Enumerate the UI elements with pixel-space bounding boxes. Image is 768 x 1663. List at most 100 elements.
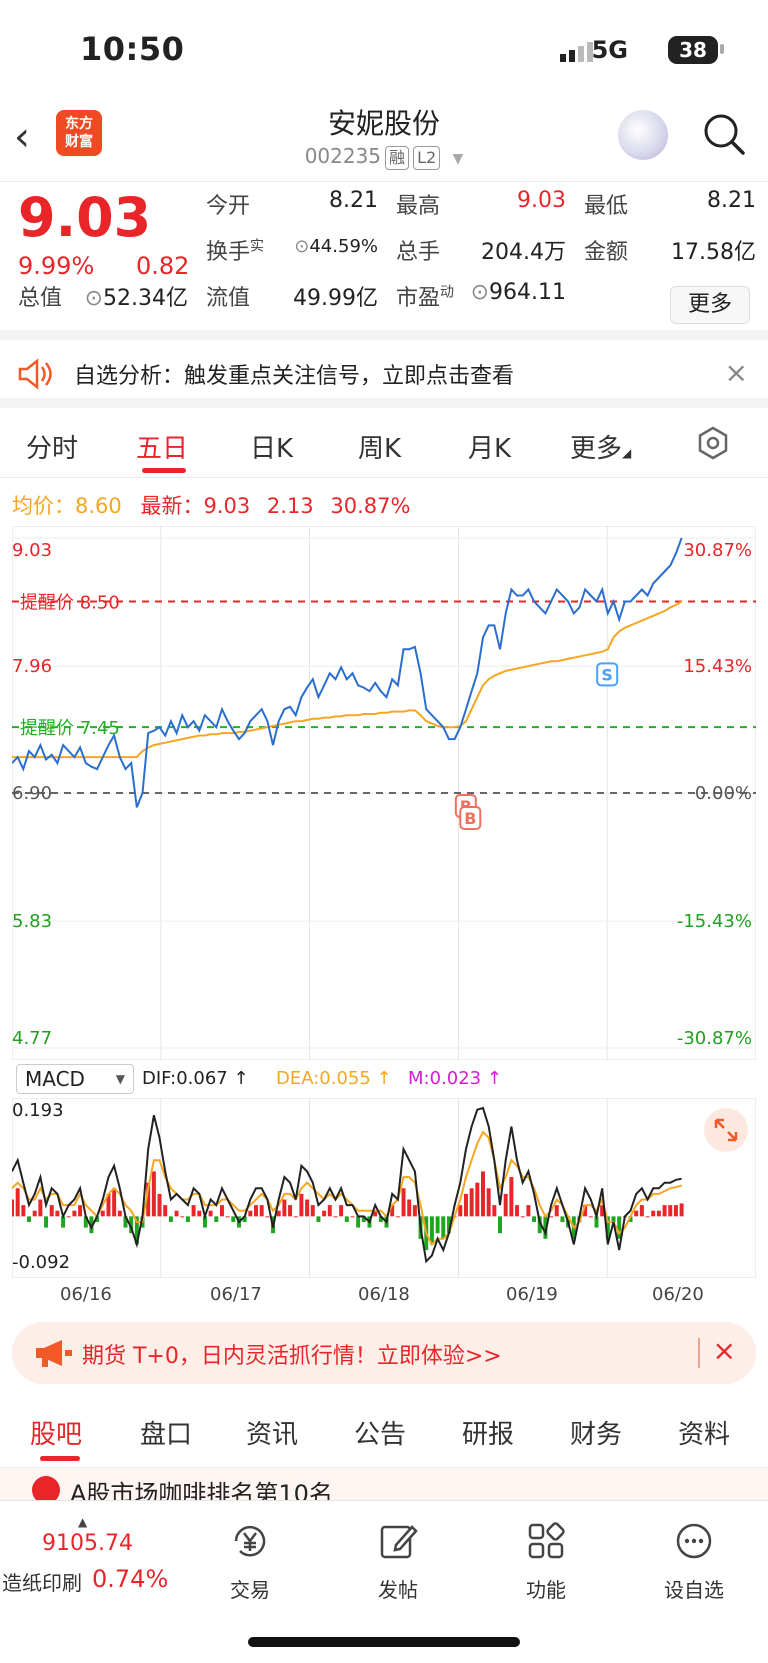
macd-bar — [168, 1216, 173, 1222]
macd-bar — [463, 1193, 468, 1217]
edit-icon — [380, 1525, 418, 1559]
macd-bar — [180, 1216, 185, 1218]
macd-bar — [350, 1216, 355, 1218]
tab-news[interactable]: 资讯 — [246, 1414, 298, 1451]
active-tab-indicator — [40, 1456, 80, 1461]
tab-financials[interactable]: 财务 — [570, 1414, 622, 1451]
change-pct: 9.99% — [18, 252, 95, 280]
macd-bar — [673, 1205, 678, 1217]
tab-more[interactable]: 更多◢ — [570, 428, 631, 465]
promo-text: 期货 T+0，日内灵活抓行情！立即体验>> — [82, 1344, 502, 1369]
tab-guba[interactable]: 股吧 — [30, 1414, 82, 1451]
macd-bar — [662, 1205, 667, 1217]
macd-bar — [55, 1210, 60, 1217]
network-type: 5G — [591, 36, 628, 64]
status-time: 10:50 — [80, 30, 185, 68]
five-day-price-chart[interactable]: 提醒价 8.50提醒价 7.45 BBS 9.0330.87%7.9615.43… — [12, 526, 756, 1060]
y-tick-label: 5.83 — [12, 911, 52, 932]
tab-announcements[interactable]: 公告 — [354, 1414, 406, 1451]
y-tick-label: 4.77 — [12, 1028, 52, 1049]
turnover-sup: 实 — [250, 238, 265, 255]
functions-button[interactable]: 功能 — [496, 1519, 596, 1603]
close-icon[interactable]: × — [725, 356, 748, 389]
tab-daily-k[interactable]: 日K — [250, 428, 293, 465]
megaphone-icon — [36, 1340, 72, 1367]
low-value: 8.21 — [707, 188, 756, 213]
macd-bar — [356, 1216, 361, 1228]
robot-avatar-icon[interactable] — [618, 110, 668, 160]
macd-bar — [288, 1205, 293, 1217]
add-watchlist-button[interactable]: 设自选 — [644, 1519, 744, 1603]
info-tabs: 股吧 盘口 资讯 公告 研报 财务 资料 — [0, 1396, 768, 1468]
macd-bar — [157, 1193, 162, 1217]
macd-bar — [231, 1216, 236, 1222]
macd-bar — [66, 1216, 71, 1218]
bottom-toolbar: ▲ 9105.74 造纸印刷 0.74% 交易 发帖 功能 设自选 — [0, 1500, 768, 1663]
tab-more-label: 更多 — [570, 434, 623, 464]
macd-bar — [634, 1210, 639, 1217]
futures-promo-banner[interactable]: 期货 T+0，日内灵活抓行情！立即体验>> × — [12, 1322, 756, 1384]
turnover-label: 换手实 — [206, 234, 264, 266]
tab-research[interactable]: 研报 — [462, 1414, 514, 1451]
search-icon[interactable] — [702, 112, 746, 156]
close-icon[interactable]: × — [713, 1334, 736, 1367]
post-peek[interactable]: A股市场咖啡排名第10名 — [0, 1468, 768, 1500]
add-watchlist-label: 设自选 — [664, 1578, 724, 1602]
volume-value: 204.4万 — [481, 240, 566, 265]
gear-icon[interactable] — [696, 426, 730, 460]
macd-bar — [254, 1205, 258, 1217]
macd-bar — [520, 1216, 525, 1218]
tab-orderbook[interactable]: 盘口 — [140, 1414, 192, 1451]
indicator-select[interactable]: MACD ▼ — [16, 1064, 134, 1094]
tab-five-day[interactable]: 五日 — [136, 428, 188, 465]
turnover-value-text: 44.59% — [309, 236, 378, 257]
macd-chart[interactable]: 0.193 -0.092 — [12, 1098, 756, 1278]
info-icon[interactable]: ⊙ — [471, 280, 489, 305]
high-value: 9.03 — [517, 188, 566, 213]
alert-text: 自选分析：触发重点关注信号，立即点击查看 — [74, 364, 515, 389]
caret-up-icon: ▲ — [78, 1515, 88, 1529]
info-icon[interactable]: ⊙ — [85, 286, 103, 311]
macd-bar — [492, 1205, 497, 1217]
reference-label: 提醒价 8.50 — [20, 592, 120, 613]
latest-label: 最新： — [140, 494, 204, 518]
expand-icon[interactable] — [704, 1108, 748, 1152]
current-price: 9.03 — [18, 186, 152, 249]
post-label: 发帖 — [378, 1578, 418, 1602]
tab-monthly-k[interactable]: 月K — [468, 428, 511, 465]
post-button[interactable]: 发帖 — [348, 1519, 448, 1603]
macd-bar — [588, 1216, 593, 1218]
macd-bar — [100, 1210, 105, 1217]
sector-index-name[interactable]: 造纸印刷 — [2, 1567, 82, 1596]
total-cap-text: 52.34亿 — [103, 286, 188, 311]
active-tab-indicator — [142, 468, 186, 473]
legend-change-pct: 30.87% — [330, 494, 411, 518]
tab-intraday[interactable]: 分时 — [26, 428, 78, 465]
stock-code: 002235 — [304, 144, 382, 168]
stock-header: ‹ 东方 财富 安妮股份 002235 融 L2 ▼ — [0, 100, 768, 182]
y-tick-label: 6.90 — [12, 783, 52, 804]
indicator-select-value: MACD — [25, 1067, 85, 1091]
macd-bar — [38, 1199, 43, 1217]
macd-bar — [526, 1205, 531, 1217]
trade-button[interactable]: 交易 — [200, 1519, 300, 1603]
trade-label: 交易 — [230, 1578, 270, 1602]
macd-bar — [44, 1216, 49, 1228]
macd-bar — [276, 1210, 281, 1217]
tab-weekly-k[interactable]: 周K — [358, 428, 401, 465]
macd-bar — [407, 1199, 412, 1217]
macd-bar — [214, 1216, 219, 1222]
macd-bar — [441, 1216, 446, 1239]
macd-bar — [72, 1210, 77, 1217]
m-label: M:0.023 ↑ — [408, 1068, 502, 1089]
more-dots-icon — [676, 1523, 712, 1559]
tab-profile[interactable]: 资料 — [678, 1414, 730, 1451]
change-value: 0.82 — [136, 252, 190, 280]
analysis-alert-banner[interactable]: 自选分析：触发重点关注信号，立即点击查看 × — [0, 340, 768, 408]
more-quote-button[interactable]: 更多 — [670, 286, 750, 324]
open-label: 今开 — [206, 194, 251, 219]
info-icon[interactable]: ⊙ — [294, 236, 309, 257]
macd-bar — [15, 1188, 20, 1217]
low-label: 最低 — [584, 194, 629, 219]
sector-index-value[interactable]: 9105.74 — [42, 1531, 133, 1556]
